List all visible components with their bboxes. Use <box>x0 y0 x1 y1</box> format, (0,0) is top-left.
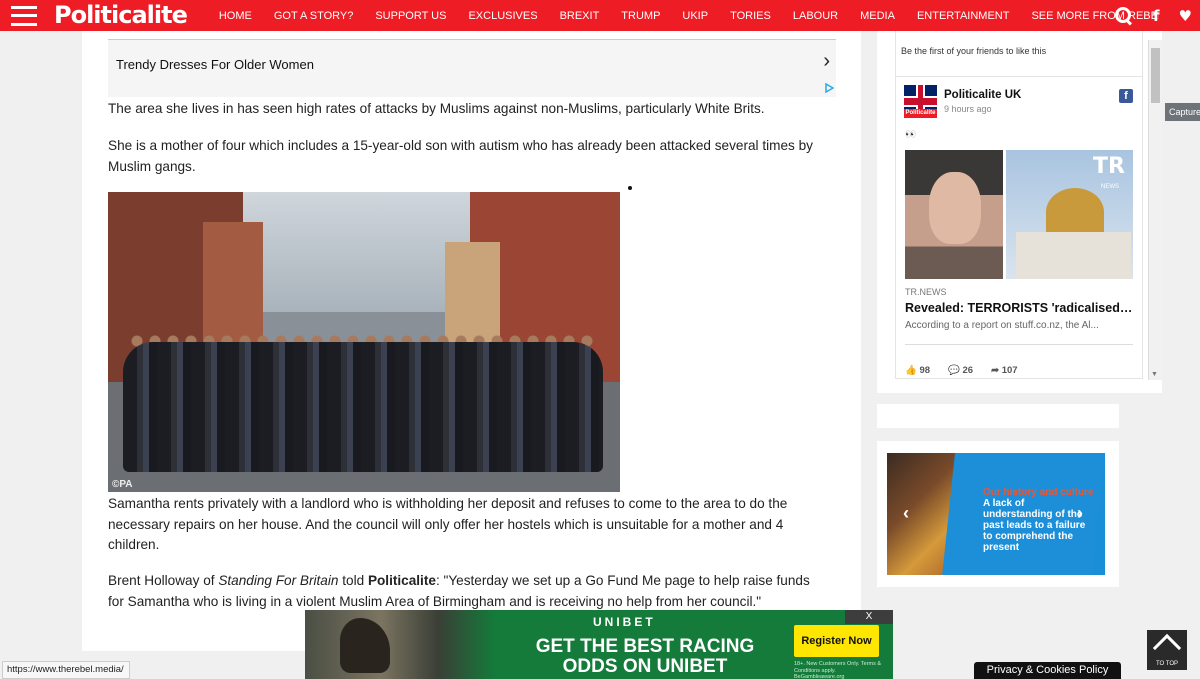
fb-link-headline[interactable]: Revealed: TERRORISTS 'radicalised in Bri… <box>905 301 1133 315</box>
banner-image <box>305 610 495 679</box>
tr-news-logo: TR <box>1093 154 1125 179</box>
widget-scrollbar[interactable]: ▼ <box>1148 40 1162 380</box>
twitter-icon[interactable]: ♥ <box>1179 7 1192 25</box>
comment-count[interactable]: 💬 26 <box>948 365 973 376</box>
chevron-up-icon <box>1152 633 1182 663</box>
close-banner-button[interactable]: X <box>845 610 893 624</box>
register-now-button[interactable]: Register Now <box>794 625 879 657</box>
facebook-icon[interactable]: f <box>1119 89 1133 103</box>
top-nav: Politicalite HOME GOT A STORY? SUPPORT U… <box>0 0 1200 31</box>
share-count[interactable]: ➦ 107 <box>991 365 1017 376</box>
photo-credit: ©PA <box>112 479 133 490</box>
main-menu: HOME GOT A STORY? SUPPORT US EXCLUSIVES … <box>219 0 1160 31</box>
privacy-cookies-button[interactable]: Privacy & Cookies Policy <box>974 662 1121 679</box>
nav-item-brexit[interactable]: BREXIT <box>560 10 600 22</box>
eyes-emoji: 👀 <box>905 129 916 139</box>
ad-text: Trendy Dresses For Older Women <box>116 57 314 72</box>
nav-item-support-us[interactable]: SUPPORT US <box>375 10 446 22</box>
nav-item-labour[interactable]: LABOUR <box>793 10 838 22</box>
org-name: Standing For Britain <box>218 573 339 588</box>
fb-link-description: According to a report on stuff.co.nz, th… <box>905 320 1099 331</box>
nav-item-entertainment[interactable]: ENTERTAINMENT <box>917 10 1010 22</box>
chevron-right-icon: › <box>823 50 830 72</box>
fb-link-source: TR.NEWS <box>905 287 947 297</box>
facebook-icon[interactable]: f <box>1153 7 1160 25</box>
nav-item-tories[interactable]: TORIES <box>730 10 771 22</box>
nav-item-got-a-story[interactable]: GOT A STORY? <box>274 10 353 22</box>
publication-name: Politicalite <box>367 573 436 588</box>
hamburger-menu-icon[interactable] <box>11 5 37 26</box>
scroll-down-icon[interactable]: ▼ <box>1151 371 1158 378</box>
sidebar-ad-image[interactable]: Our history and culture A lack of unders… <box>887 453 1105 575</box>
bottom-banner-ad[interactable]: UNIBET GET THE BEST RACING ODDS ON UNIBE… <box>305 610 893 679</box>
nav-item-media[interactable]: MEDIA <box>860 10 895 22</box>
nav-item-home[interactable]: HOME <box>219 10 252 22</box>
chevron-right-icon[interactable]: › <box>1077 503 1083 524</box>
chevron-left-icon[interactable]: ‹ <box>903 503 909 524</box>
fb-post-time[interactable]: 9 hours ago <box>944 104 992 114</box>
banner-headline: GET THE BEST RACING ODDS ON UNIBET <box>535 636 755 677</box>
sponsored-ad-link[interactable]: Trendy Dresses For Older Women › <box>108 39 836 97</box>
capture-button[interactable]: Capture <box>1165 103 1200 121</box>
article-paragraph: Samantha rents privately with a landlord… <box>108 496 788 552</box>
article-paragraph-quote: Brent Holloway of Standing For Britain t… <box>108 573 810 609</box>
nav-item-trump[interactable]: TRUMP <box>621 10 660 22</box>
banner-brand: UNIBET <box>593 615 656 629</box>
article-photo: ©PA <box>108 192 620 492</box>
sidebar-empty-box <box>877 404 1119 428</box>
nav-item-ukip[interactable]: UKIP <box>682 10 708 22</box>
fb-post: Politicalite Politicalite UK 9 hours ago… <box>895 76 1143 376</box>
article-paragraph: The area she lives in has seen high rate… <box>108 101 765 116</box>
page-avatar[interactable]: Politicalite <box>904 85 937 118</box>
like-count[interactable]: 👍 98 <box>905 365 930 376</box>
bullet-dot <box>628 186 632 190</box>
banner-terms: 18+. New Customers Only. Terms & Conditi… <box>794 661 882 679</box>
scrollbar-thumb[interactable] <box>1151 48 1160 103</box>
fb-page-name[interactable]: Politicalite UK <box>944 89 1021 101</box>
facebook-page-widget: Be the first of your friends to like thi… <box>877 31 1162 393</box>
adchoices-icon[interactable] <box>824 83 834 93</box>
status-bar-url: https://www.therebel.media/ <box>2 661 130 679</box>
nav-item-exclusives[interactable]: EXCLUSIVES <box>468 10 537 22</box>
article-content: Trendy Dresses For Older Women › The are… <box>82 31 861 651</box>
ad-heading: Our history and culture <box>983 487 1094 498</box>
divider <box>905 344 1133 345</box>
article-paragraph: She is a mother of four which includes a… <box>108 138 813 174</box>
fb-post-image-person[interactable] <box>905 150 1003 279</box>
fb-post-stats: 👍 98 💬 26 ➦ 107 <box>905 365 1036 376</box>
site-logo[interactable]: Politicalite <box>54 0 188 31</box>
nav-icons: f ♥ <box>1114 0 1192 31</box>
sidebar-ad[interactable]: Our history and culture A lack of unders… <box>877 441 1119 587</box>
to-top-button[interactable]: TO TOP <box>1147 630 1187 670</box>
search-icon[interactable] <box>1114 6 1134 26</box>
fb-post-image-mosque[interactable]: TR NEWS <box>1006 150 1133 279</box>
fb-friends-like-text: Be the first of your friends to like thi… <box>901 46 1047 56</box>
